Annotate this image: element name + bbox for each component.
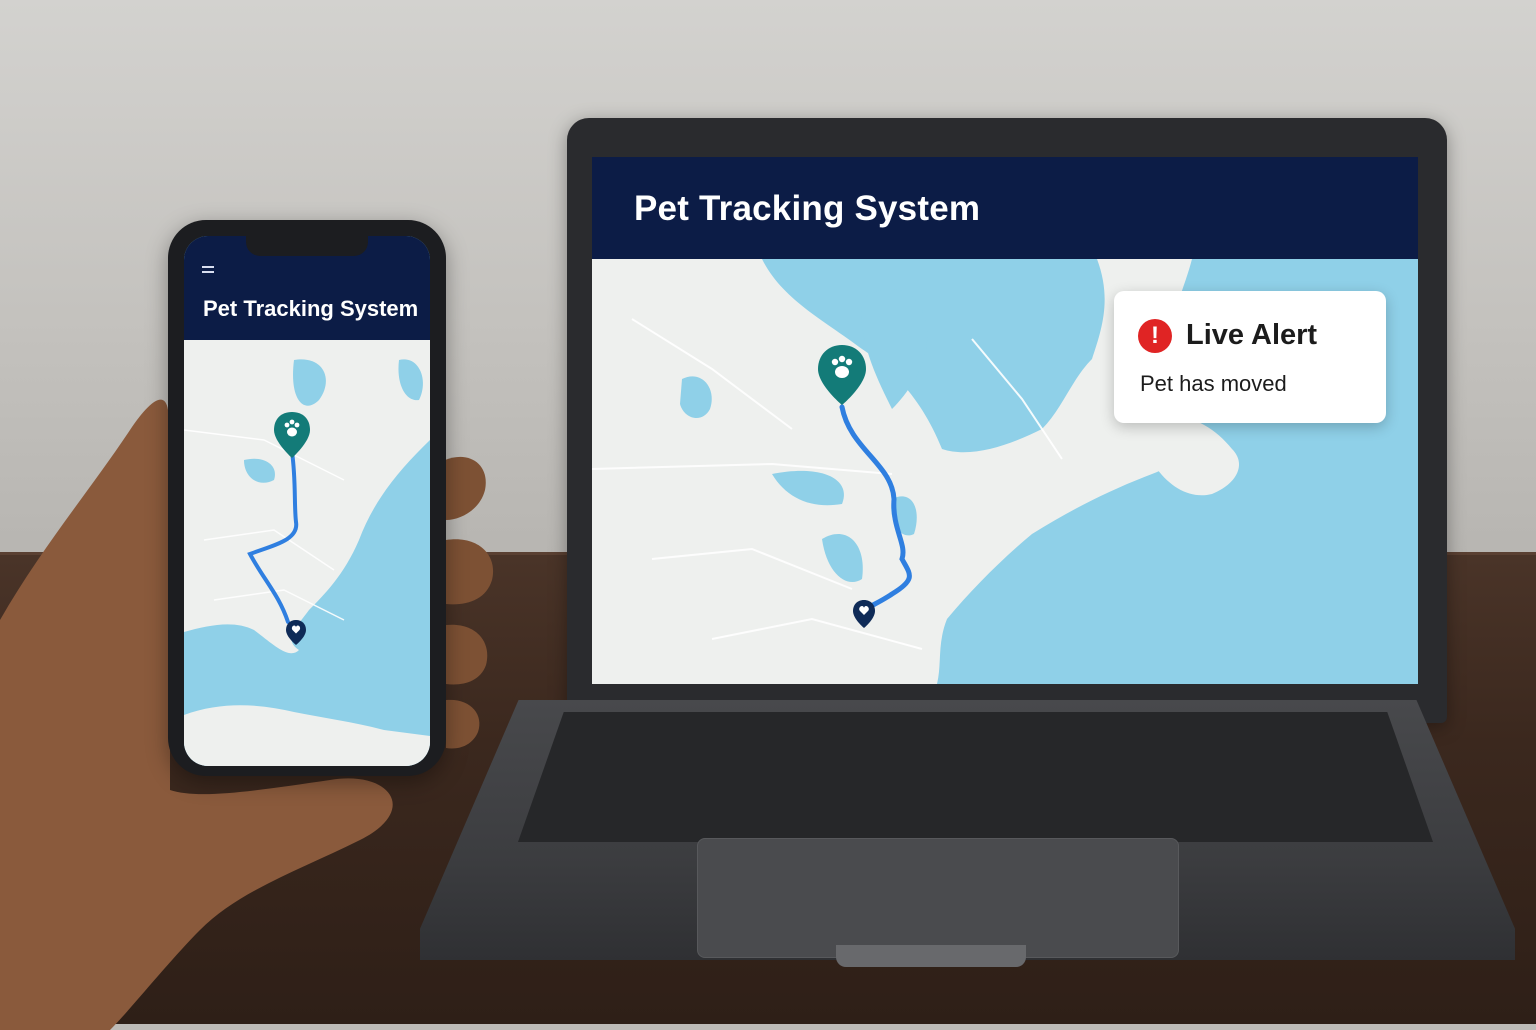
alert-message: Pet has moved (1140, 371, 1287, 396)
app-header: Pet Tracking System (592, 157, 1418, 259)
laptop-trackpad[interactable] (697, 838, 1179, 958)
phone-notch (246, 236, 368, 256)
phone-app-title: Pet Tracking System (203, 296, 419, 321)
app-title: Pet Tracking System (634, 189, 981, 228)
phone-map-view[interactable] (184, 340, 430, 766)
laptop-keyboard[interactable] (518, 712, 1433, 842)
alert-circle-icon: ! (1138, 319, 1172, 353)
hamburger-menu-icon[interactable] (202, 266, 216, 276)
phone-screen: Pet Tracking System (184, 236, 430, 766)
live-alert-card[interactable]: ! Live Alert Pet has moved (1114, 291, 1386, 423)
phone-app-header: Pet Tracking System (184, 236, 430, 340)
laptop-front-notch (836, 945, 1026, 967)
laptop-screen: Pet Tracking System ! Live Alert Pet has… (592, 157, 1418, 684)
alert-title: Live Alert (1186, 319, 1318, 351)
